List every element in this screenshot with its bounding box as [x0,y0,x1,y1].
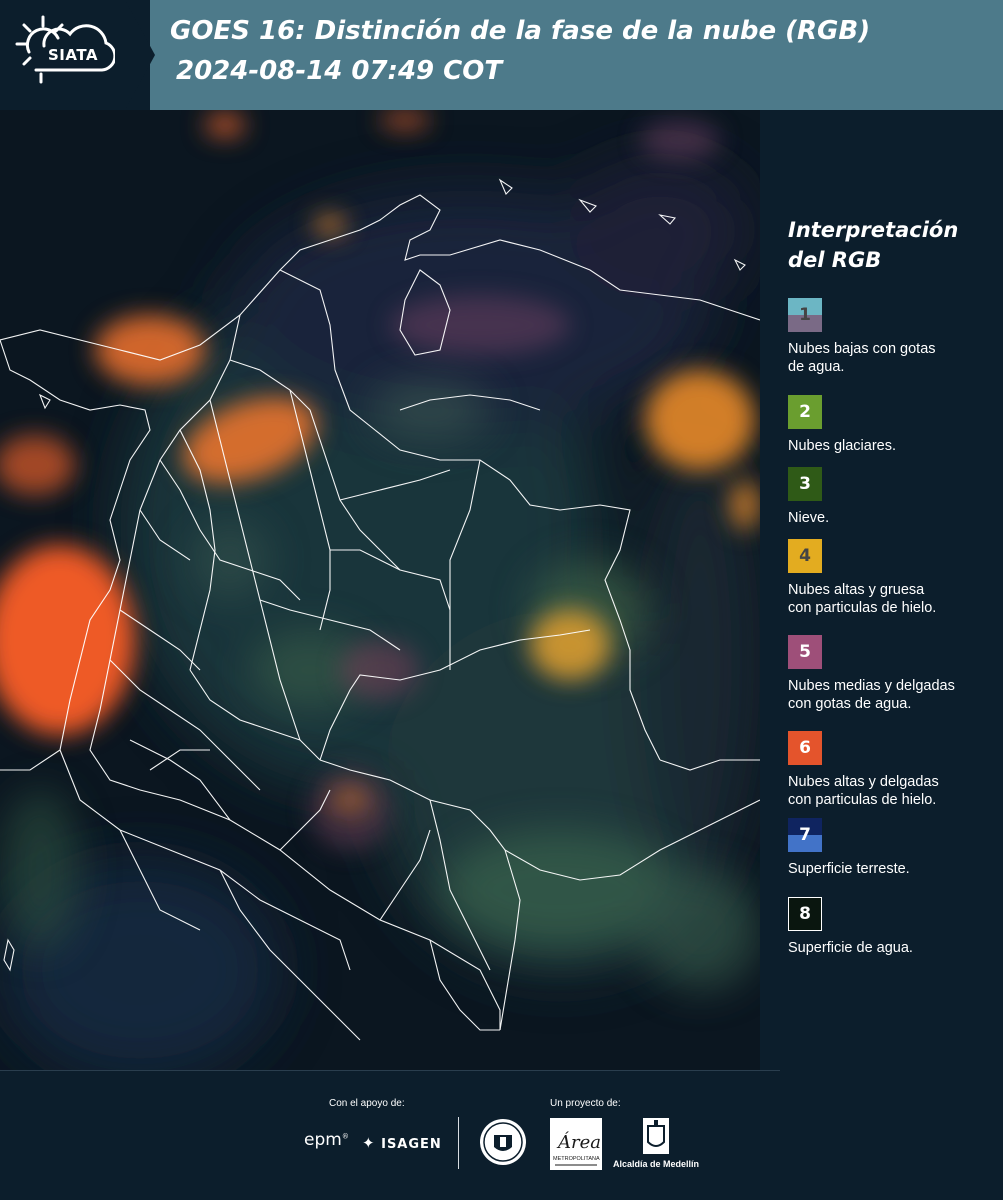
legend-item-3: 3 Nieve. [788,467,1000,527]
legend-label: Superficie de agua. [788,939,1000,957]
legend-number: 1 [799,305,811,325]
isagen-star-icon: ✦ [362,1134,376,1152]
legend-item-4: 4 Nubes altas y gruesa con particulas de h… [788,539,1000,617]
legend-label: Nubes glaciares. [788,437,1000,455]
legend-swatch-6: 6 [788,731,822,765]
legend-title-line-1: Interpretación [788,218,959,242]
svg-text:Área: Área [556,1130,601,1153]
legend-label-line: Nieve. [788,510,830,526]
legend-label-line: con gotas de agua. [788,696,912,712]
page-title: GOES 16: Distinción de la fase de la nub… [170,16,871,46]
legend-item-6: 6 Nubes altas y delgadas con particulas de… [788,731,1000,809]
legend-swatch-8: 8 [788,897,822,931]
legend-label-line: con particulas de hielo. [788,792,937,808]
legend-swatch-7: 7 [788,818,822,852]
map-canvas [0,110,760,1070]
legend-label-line: con particulas de hielo. [788,600,937,616]
legend-label-line: Nubes bajas con gotas [788,341,936,357]
alcaldia-label: Alcaldía de Medellín [613,1159,700,1169]
header-bar: SIATA GOES 16: Distinción de la fase de … [0,0,1003,110]
legend-number: 4 [799,546,811,566]
legend-label: Nieve. [788,509,1000,527]
legend-swatch-2: 2 [788,395,822,429]
legend-item-5: 5 Nubes medias y delgadas con gotas de agu… [788,635,1000,713]
legend-number: 5 [799,642,811,662]
footer-vertical-divider [458,1117,459,1169]
legend-number: 7 [799,825,811,845]
siata-logo-text: SIATA [48,46,99,64]
legend-label-line: de agua. [788,359,845,375]
legend-title-line-2: del RGB [788,248,882,272]
area-metropolitana-logo: Área METROPOLITANA [550,1118,602,1170]
epm-logo-text: epm [304,1130,342,1150]
legend-swatch-1: 1 [788,298,822,332]
legend-item-8: 8 Superficie de agua. [788,897,1000,957]
satellite-map[interactable] [0,110,760,1070]
legend-label-line: Nubes altas y gruesa [788,582,925,598]
legend-swatch-3: 3 [788,467,822,501]
epm-logo: epm® [304,1130,349,1150]
project-label: Un proyecto de: [550,1098,621,1109]
legend-label: Nubes bajas con gotas de agua. [788,340,1000,376]
legend-label-line: Nubes glaciares. [788,438,896,454]
legend-item-1: 1 Nubes bajas con gotas de agua. [788,298,1000,376]
legend-number: 8 [799,904,811,924]
legend-label: Nubes altas y gruesa con particulas de hi… [788,581,1000,617]
legend-label: Nubes medias y delgadas con gotas de agua… [788,677,1000,713]
legend-swatch-4: 4 [788,539,822,573]
alcaldia-shield-icon [643,1118,669,1154]
legend-label: Superficie terreste. [788,860,1000,878]
footer-divider-line [0,1070,780,1071]
legend-number: 6 [799,738,811,758]
legend-number: 3 [799,474,811,494]
legend-label: Nubes altas y delgadas con particulas de … [788,773,1000,809]
isagen-logo-text: ISAGEN [381,1137,442,1152]
header-chevron [115,0,155,110]
legend-label-line: Superficie terreste. [788,861,910,877]
legend-label-line: Nubes altas y delgadas [788,774,939,790]
page-subtitle-datetime: 2024-08-14 07:49 COT [176,56,503,86]
support-label: Con el apoyo de: [329,1098,405,1109]
isagen-logo: ✦ ISAGEN [362,1134,442,1152]
svg-text:METROPOLITANA: METROPOLITANA [553,1156,600,1162]
legend-label-line: Nubes medias y delgadas [788,678,955,694]
legend-label-line: Superficie de agua. [788,940,913,956]
medellin-seal-icon [480,1119,526,1165]
legend-swatch-5: 5 [788,635,822,669]
legend-item-7: 7 Superficie terreste. [788,818,1000,878]
legend-panel: Interpretación del RGB [788,215,998,275]
legend-title: Interpretación del RGB [788,215,978,275]
legend-number: 2 [799,402,811,422]
legend-item-2: 2 Nubes glaciares. [788,395,1000,455]
